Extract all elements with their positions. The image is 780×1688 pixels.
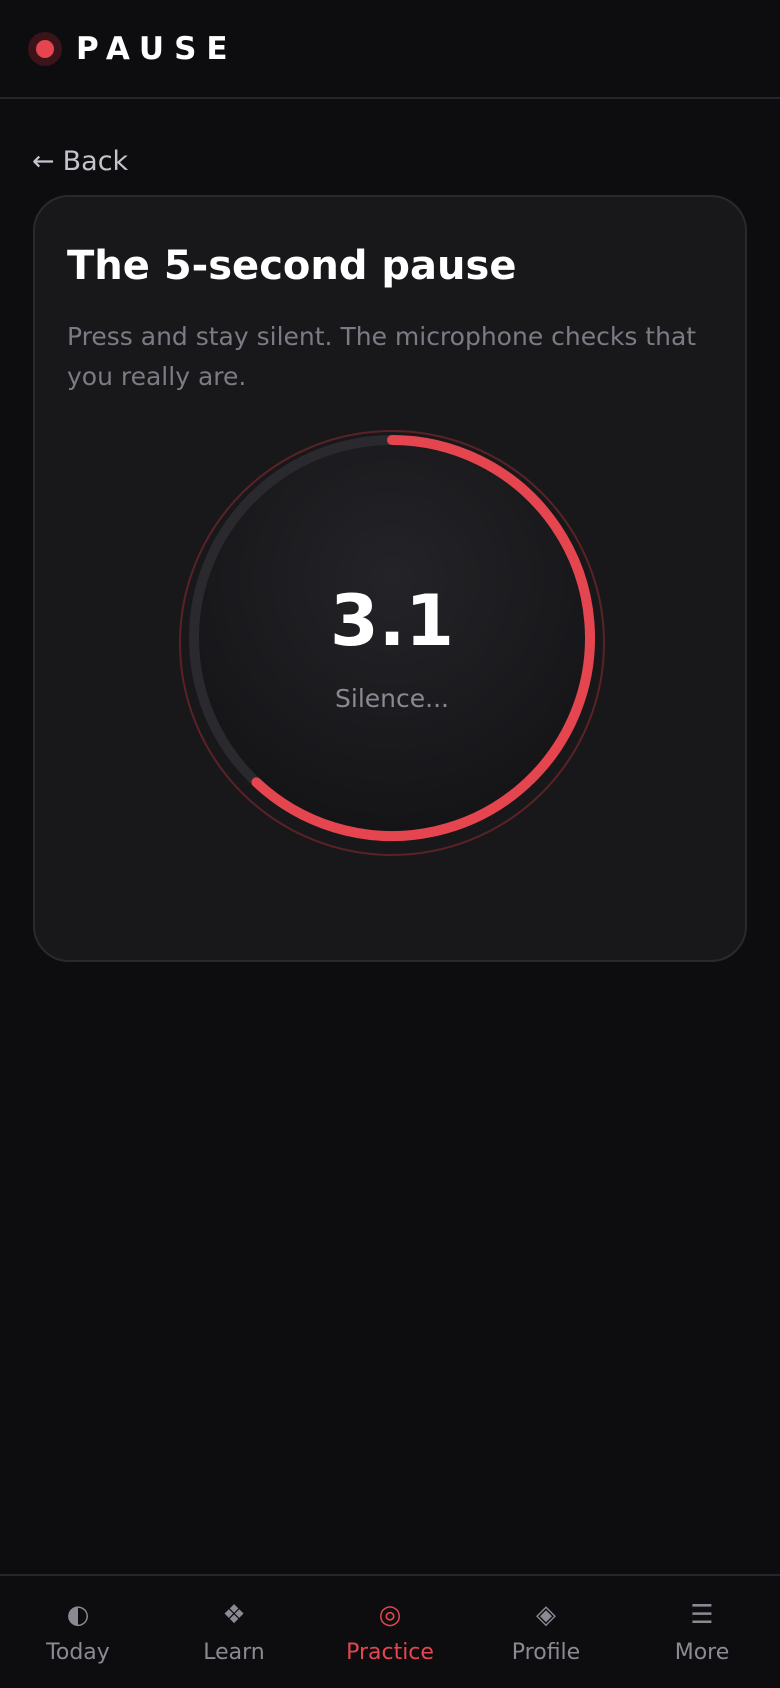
bottom-nav: ◐ Today ❖ Learn ◎ Practice ◈ Profile ☰ More (0, 1574, 780, 1688)
timer-value: 3.1 (329, 580, 454, 662)
nav-item-more[interactable]: ☰ More (624, 1576, 780, 1688)
nav-label: Today (46, 1640, 110, 1665)
half-circle-icon: ◐ (66, 1600, 90, 1630)
silence-timer-button[interactable]: 3.1 Silence... (179, 430, 605, 856)
nav-label: Profile (511, 1640, 581, 1665)
back-button[interactable]: ← Back (32, 146, 128, 177)
nav-label: More (674, 1640, 730, 1665)
nav-item-profile[interactable]: ◈ Profile (468, 1576, 624, 1688)
diamond-icon: ◈ (536, 1600, 556, 1630)
app-root: PAUSE ← Back The 5-second pause Press an… (0, 0, 780, 1688)
diamond-cluster-icon: ❖ (222, 1600, 246, 1630)
exercise-card: The 5-second pause Press and stay silent… (33, 195, 747, 962)
exercise-title: The 5-second pause (67, 243, 517, 289)
nav-item-today[interactable]: ◐ Today (0, 1576, 156, 1688)
menu-icon: ☰ (690, 1600, 714, 1630)
nav-item-learn[interactable]: ❖ Learn (156, 1576, 312, 1688)
back-arrow-icon: ← (32, 146, 55, 177)
back-label: Back (62, 146, 129, 177)
nav-item-practice[interactable]: ◎ Practice (312, 1576, 468, 1688)
target-icon: ◎ (378, 1600, 402, 1630)
nav-label: Practice (346, 1640, 434, 1665)
logo-dot-icon (28, 31, 62, 66)
app-header: PAUSE (0, 0, 780, 99)
nav-label: Learn (203, 1640, 265, 1665)
exercise-description: Press and stay silent. The microphone ch… (67, 322, 697, 391)
brand-title: PAUSE (76, 30, 238, 67)
timer-status: Silence... (335, 684, 449, 713)
